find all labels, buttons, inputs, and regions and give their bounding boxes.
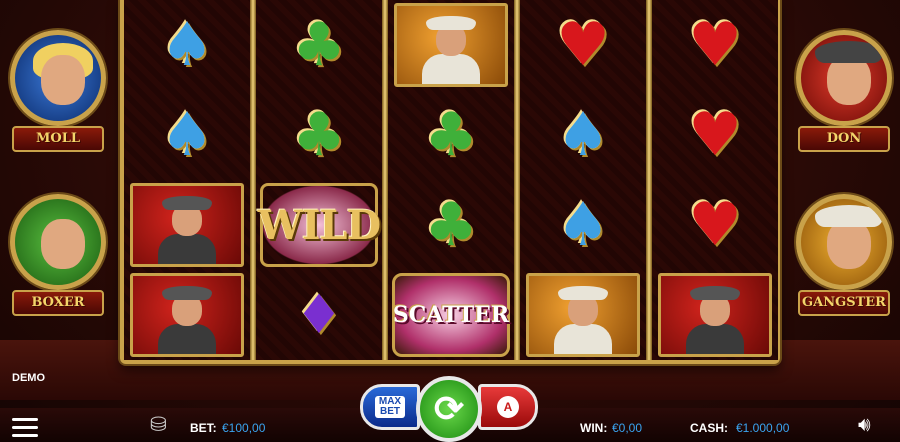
boxer-face [41,219,85,269]
wild-symbol-text: WILD [257,201,381,249]
reels-frame: ♠ ♠ ♣ ♣ WILD ♦ ♣ ♣ SCATTER ♥ ♠ ♠ ♥ ♥ ♥ [120,0,780,364]
reel-cell [655,272,775,358]
cash-label: CASH: [690,421,728,435]
reel-2: ♣ ♣ WILD ♦ [256,0,382,360]
mobster-red-symbol-icon [130,273,244,357]
don-hat [815,41,883,63]
character-figure [416,14,486,84]
demo-label: DEMO [12,372,45,384]
autoplay-icon: A [497,396,519,418]
reel-cell: WILD [257,182,381,268]
diamond-symbol-icon: ♦ [294,283,344,346]
reel-3: ♣ ♣ SCATTER [388,0,514,360]
mobster-red-symbol-icon [130,183,244,267]
bet-label: BET: [190,421,217,435]
heart-symbol-icon: ♥ [688,10,742,80]
heart-symbol-icon: ♥ [556,10,610,80]
reel-cell [391,2,511,88]
gangster-gold-symbol-icon [526,273,640,357]
scatter-symbol: SCATTER [392,273,510,357]
gangster-portrait-icon [796,194,892,290]
character-figure [152,284,222,354]
autoplay-button[interactable]: A [478,384,538,430]
game-stage: MOLL BOXER DON GANGSTER ♠ ♠ ♣ ♣ WILD ♦ ♣ ♣ SCATT… [0,0,900,442]
portrait-gangster: GANGSTER [790,164,894,320]
reel-cell: ♣ [391,182,511,268]
heart-symbol-icon: ♥ [688,190,742,260]
portrait-don: DON [790,0,894,156]
reel-cell: ♠ [127,92,247,178]
moll-face [41,55,85,105]
reel-cell: ♥ [655,2,775,88]
cash-value: €1.000,00 [736,421,790,435]
max-bet-button[interactable]: MAX BET [360,384,420,430]
spin-button[interactable]: ⟳ [416,376,482,442]
reel-4: ♥ ♠ ♠ [520,0,646,360]
spade-symbol-icon: ♠ [160,10,214,80]
don-portrait-icon [796,30,892,126]
club-symbol-icon: ♣ [292,10,346,80]
club-symbol-icon: ♣ [292,100,346,170]
character-figure [152,194,222,264]
reel-1: ♠ ♠ [124,0,250,360]
reel-cell: SCATTER [391,272,511,358]
reel-cell: ♣ [259,2,379,88]
max-bet-label-line2: BET [379,406,400,417]
club-symbol-icon: ♣ [424,190,478,260]
wild-symbol: WILD [257,183,381,267]
portrait-label-boxer: BOXER [12,290,104,316]
reel-cell: ♥ [655,182,775,268]
reel-cell: ♦ [259,272,379,358]
reel-cell: ♣ [259,92,379,178]
heart-symbol-icon: ♥ [688,100,742,170]
character-figure [548,284,618,354]
scatter-symbol-text: SCATTER [392,302,510,328]
portrait-label-moll: MOLL [12,126,104,152]
reel-cell: ♠ [523,92,643,178]
speaker-icon[interactable]: 🔊︎ [858,414,871,437]
gangster-hat [815,205,883,227]
boxer-portrait-icon [10,194,106,290]
reel-cell: ♠ [523,182,643,268]
reel-cell: ♥ [655,92,775,178]
spin-icon: ⟳ [433,388,465,429]
reel-cell: ♣ [391,92,511,178]
spade-symbol-icon: ♠ [160,100,214,170]
portrait-moll: MOLL [4,0,108,156]
character-figure [680,284,750,354]
bet-value: €100,00 [222,421,266,435]
portrait-label-don: DON [798,126,890,152]
win-label: WIN: [580,421,608,435]
moll-portrait-icon [10,30,106,126]
gangster-gold-symbol-icon [394,3,508,87]
coins-icon[interactable]: ⛁ [150,414,176,436]
spade-symbol-icon: ♠ [556,190,610,260]
reel-cell [523,272,643,358]
club-symbol-icon: ♣ [424,100,478,170]
menu-icon[interactable] [12,418,38,438]
reel-cell: ♥ [523,2,643,88]
portrait-label-gangster: GANGSTER [798,290,890,316]
portrait-boxer: BOXER [4,164,108,320]
reel-cell [127,272,247,358]
reel-cell: ♠ [127,2,247,88]
reel-cell [127,182,247,268]
spade-symbol-icon: ♠ [556,100,610,170]
reel-5: ♥ ♥ ♥ [652,0,778,360]
win-value: €0,00 [612,421,643,435]
mobster-red-symbol-icon [658,273,772,357]
